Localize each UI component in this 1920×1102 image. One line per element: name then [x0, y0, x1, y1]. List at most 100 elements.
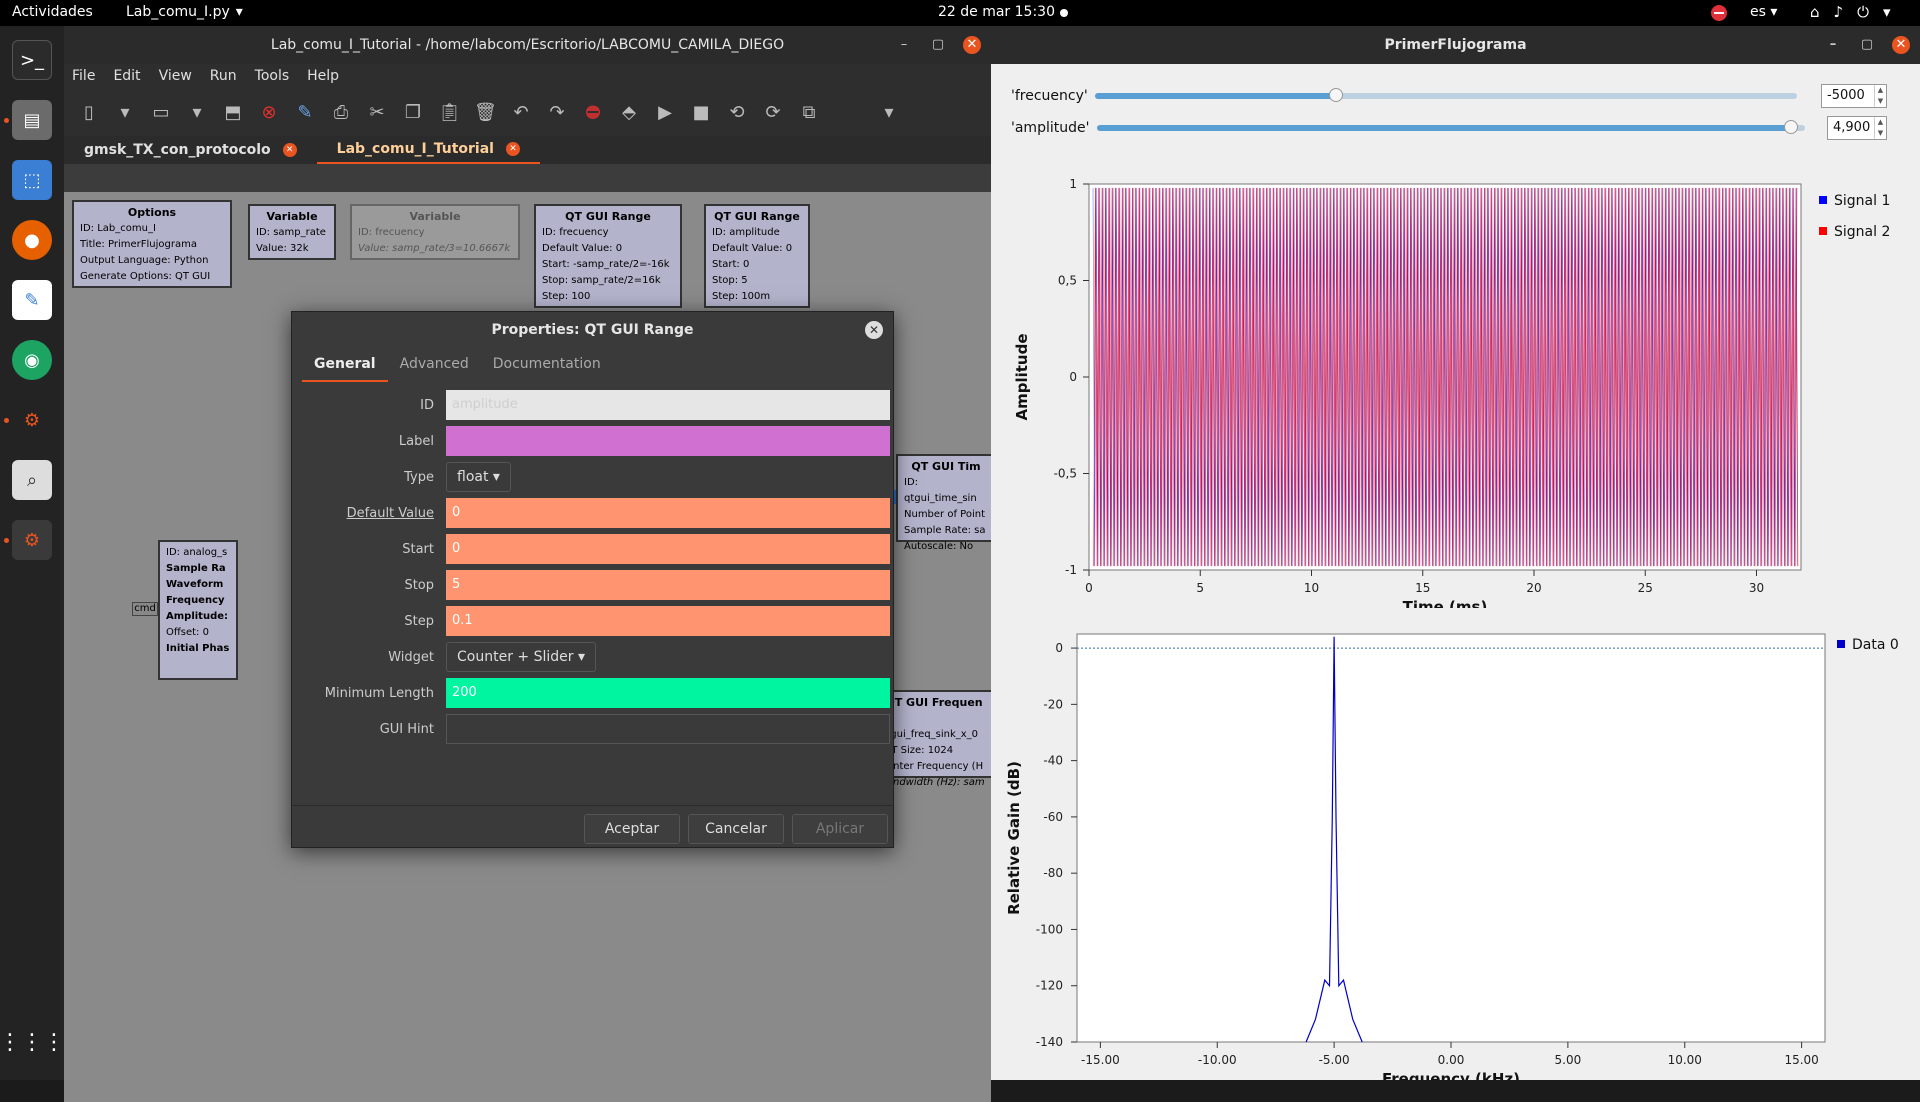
options-block[interactable]: Options ID: Lab_comu_I Title: PrimerFluj…: [72, 200, 232, 288]
menu-tools[interactable]: Tools: [255, 64, 290, 88]
generate-icon[interactable]: ⬘: [618, 102, 640, 123]
gui-hint-field[interactable]: [446, 714, 890, 744]
tab-documentation[interactable]: Documentation: [481, 348, 613, 382]
x-tick-label: 10.00: [1668, 1053, 1702, 1067]
qt-gui-range-amplitude-block[interactable]: QT GUI Range ID: amplitude Default Value…: [704, 204, 810, 308]
type-select[interactable]: float ▾: [446, 462, 511, 492]
minimum-length-field[interactable]: 200: [446, 678, 890, 708]
firefox-icon[interactable]: ●: [12, 220, 52, 260]
cut-icon[interactable]: ✂: [366, 102, 388, 123]
step-field[interactable]: 0.1: [446, 606, 890, 636]
text-editor-icon[interactable]: ✎: [12, 280, 52, 320]
maximize-icon[interactable]: ▢: [929, 36, 947, 54]
freq-sink-plot[interactable]: 0 -20 -40 -60 -80 -100 -120 -140 -15.00 -10.00 -5.…: [991, 598, 1920, 1080]
start-field[interactable]: 0: [446, 534, 890, 564]
open-icon[interactable]: ▭: [150, 102, 172, 123]
close-tab-icon[interactable]: ✕: [505, 142, 520, 156]
amplitude-slider[interactable]: [1097, 120, 1805, 134]
activities-button[interactable]: Actividades: [12, 4, 93, 20]
stop-field[interactable]: 5: [446, 570, 890, 600]
gnuradio-active-icon[interactable]: ⚙: [12, 520, 52, 560]
y-tick-label: -80: [1043, 866, 1063, 880]
id-field[interactable]: amplitude: [446, 390, 890, 420]
menu-view[interactable]: View: [159, 64, 192, 88]
spin-arrows-icon[interactable]: ▲ ▼: [1874, 85, 1886, 107]
default-value-field[interactable]: 0: [446, 498, 890, 528]
menu-help[interactable]: Help: [307, 64, 339, 88]
system-tray[interactable]: ⌂ ♪ ⏻ ▾: [1810, 3, 1891, 21]
tab-gmsk[interactable]: gmsk_TX_con_protocolo ✕: [64, 136, 317, 164]
start-label: Start: [402, 542, 434, 557]
chevron-down-icon: ▾: [577, 649, 585, 665]
frecuency-slider[interactable]: [1095, 88, 1797, 102]
minimize-icon[interactable]: –: [895, 36, 913, 54]
save-icon[interactable]: ⬒: [222, 102, 244, 123]
analog-signal-source-block[interactable]: ID: analog_s Sample Ra Waveform Frequenc…: [158, 540, 238, 680]
cancel-button[interactable]: Cancelar: [688, 814, 784, 844]
menu-edit[interactable]: Edit: [113, 64, 140, 88]
spin-arrows-icon[interactable]: ▲ ▼: [1874, 117, 1886, 139]
amplitude-slider-knob[interactable]: [1783, 120, 1798, 134]
do-not-disturb-icon[interactable]: [1711, 5, 1727, 21]
terminal-icon[interactable]: >_: [12, 40, 52, 80]
overflow-icon[interactable]: ▾: [878, 102, 900, 123]
screenshot-icon[interactable]: ⬚: [12, 160, 52, 200]
plot-area: [1076, 633, 1826, 1043]
block-line: Title: PrimerFlujograma: [80, 239, 197, 250]
dropdown-icon[interactable]: ▾: [114, 102, 136, 123]
frecuency-spinbox[interactable]: -5000 ▲ ▼: [1821, 84, 1887, 108]
app-grid-icon[interactable]: ⋮⋮⋮: [0, 1022, 65, 1062]
disable-icon[interactable]: ⛔︎: [582, 102, 604, 123]
flow-title: PrimerFlujograma: [1384, 37, 1527, 53]
dropdown-icon[interactable]: ▾: [186, 102, 208, 123]
apply-button[interactable]: Aplicar: [792, 814, 888, 844]
accept-button[interactable]: Aceptar: [584, 814, 680, 844]
delete-icon[interactable]: 🗑︎: [474, 102, 497, 123]
redo-icon[interactable]: ↷: [546, 102, 568, 123]
maximize-icon[interactable]: ▢: [1858, 36, 1876, 54]
edit-icon[interactable]: ✎: [294, 102, 316, 123]
close-flowgraph-icon[interactable]: ⊗: [258, 102, 280, 123]
widget-select[interactable]: Counter + Slider ▾: [446, 642, 596, 672]
qt-gui-range-frecuency-block[interactable]: QT GUI Range ID: frecuency Default Value…: [534, 204, 682, 308]
legend-swatch: [1819, 227, 1827, 235]
legend-swatch: [1837, 640, 1845, 648]
amplitude-spinbox[interactable]: 4,900 ▲ ▼: [1827, 116, 1887, 140]
hierarchy-icon[interactable]: ⧉: [798, 102, 820, 123]
cmd-port[interactable]: cmd: [132, 602, 158, 616]
chevron-down-icon: ▾: [235, 4, 243, 20]
app-menu[interactable]: Lab_comu_I.py ▾: [126, 4, 243, 20]
stop-icon[interactable]: ■: [690, 102, 712, 123]
files-icon[interactable]: ▤: [12, 100, 52, 140]
language-indicator[interactable]: es ▾: [1750, 4, 1777, 20]
menu-run[interactable]: Run: [210, 64, 237, 88]
chrome-icon[interactable]: ◉: [12, 340, 52, 380]
run-icon[interactable]: ▶: [654, 102, 676, 123]
clock[interactable]: 22 de mar 15:30: [938, 4, 1055, 20]
menu-file[interactable]: File: [72, 64, 95, 88]
minimize-icon[interactable]: –: [1824, 36, 1842, 54]
search-icon[interactable]: ⌕: [12, 460, 52, 500]
variable-frecuency-block[interactable]: Variable ID: frecuency Value: samp_rate/…: [350, 204, 520, 260]
close-icon[interactable]: ✕: [963, 36, 981, 54]
close-tab-icon[interactable]: ✕: [282, 143, 297, 157]
tab-lab-comu[interactable]: Lab_comu_I_Tutorial ✕: [316, 136, 540, 164]
rotate-cw-icon[interactable]: ⟳: [762, 102, 784, 123]
print-icon[interactable]: ⎙: [330, 102, 352, 123]
new-icon[interactable]: ▯: [78, 102, 100, 123]
time-sink-plot[interactable]: 10,50-0,5-10 5 10 15 20 25 30Time (ms)Amplitud…: [991, 148, 1920, 608]
variable-samp-rate-block[interactable]: Variable ID: samp_rate Value: 32k: [248, 204, 336, 260]
paste-icon[interactable]: 📋︎: [438, 102, 461, 123]
gnuradio-icon[interactable]: ⚙: [12, 400, 52, 440]
notification-dot-icon: [1060, 9, 1068, 17]
close-icon[interactable]: ✕: [865, 321, 883, 339]
rotate-ccw-icon[interactable]: ⟲: [726, 102, 748, 123]
tab-general[interactable]: General: [302, 348, 388, 382]
copy-icon[interactable]: ❐: [402, 102, 424, 123]
tab-advanced[interactable]: Advanced: [388, 348, 481, 382]
close-icon[interactable]: ✕: [1892, 36, 1910, 54]
undo-icon[interactable]: ↶: [510, 102, 532, 123]
frecuency-slider-knob[interactable]: [1329, 88, 1344, 102]
label-field[interactable]: [446, 426, 890, 456]
qt-gui-time-sink-block[interactable]: QT GUI Tim ID: qtgui_time_sin Number of …: [896, 454, 996, 552]
